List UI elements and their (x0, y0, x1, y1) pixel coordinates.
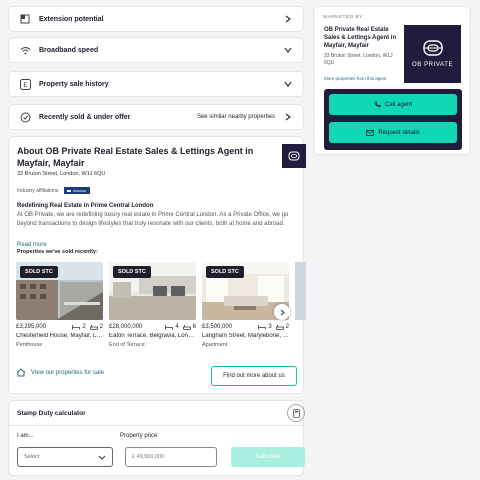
industry-affiliations: Industry affiliations (17, 187, 295, 194)
agent-logo-text: OB PRIVATE (411, 62, 454, 68)
bed-count: 3 (268, 324, 272, 330)
property-price: £3,500,000 (202, 324, 233, 330)
bath-count: 6 (192, 324, 196, 330)
bed-count: 2 (82, 324, 86, 330)
accordion-label: Recently sold & under offer (39, 113, 131, 121)
request-details-button[interactable]: Request details (329, 122, 457, 143)
sold-stc-badge: SOLD STC (113, 266, 151, 278)
accordion-label: Broadband speed (39, 46, 99, 54)
bath-count: 2 (99, 324, 103, 330)
home-icon (16, 368, 26, 377)
about-address: 33 Bruton Street, London, W1J 6QU (17, 171, 106, 177)
property-price-input[interactable]: £ 49,500,000 (125, 447, 217, 467)
calculator-icon (287, 404, 305, 422)
bath-icon (182, 325, 191, 330)
bed-icon (72, 325, 81, 330)
extension-icon (19, 13, 31, 25)
bath-spec: 6 (182, 324, 196, 330)
about-description: At OB Private, we are redefining luxury … (17, 211, 295, 238)
affiliations-label: Industry affiliations (17, 187, 59, 194)
similar-properties-link[interactable]: See similar nearby properties (197, 114, 275, 120)
read-more-link[interactable]: Read more (17, 242, 295, 248)
next-property-peek (295, 262, 306, 320)
accordion-broadband-speed[interactable]: Broadband speed (8, 37, 304, 63)
property-type: Penthouse (16, 342, 43, 348)
accordion-extension-potential[interactable]: Extension potential (8, 6, 304, 32)
sold-stc-badge: SOLD STC (206, 266, 244, 278)
property-price: £3,295,000 (16, 324, 47, 330)
property-type: End of Terrace (109, 342, 145, 348)
call-agent-label: Call agent (384, 101, 413, 108)
property-price: £28,000,000 (109, 324, 143, 330)
wifi-icon (19, 44, 31, 56)
property-image: SOLD STC (109, 262, 196, 320)
accordion-label: Property sale history (39, 80, 109, 88)
sold-stc-badge: SOLD STC (20, 266, 58, 278)
ob-logo-mark-icon (422, 40, 443, 56)
carousel-next-button[interactable] (274, 304, 290, 320)
view-properties-link[interactable]: View our properties for sale (16, 368, 104, 377)
bed-spec: 3 (258, 324, 272, 330)
stamp-duty-title: Stamp Duty calculator (17, 410, 86, 417)
agent-address: 33 Bruton Street, London, W1J 6QU (324, 53, 393, 66)
bed-spec: 4 (165, 324, 179, 330)
property-image: SOLD STC (16, 262, 103, 320)
marketed-by-label: MARKETED BY (323, 15, 363, 20)
agent-sidebar-card: MARKETED BY OB Private Real Estate Sales… (313, 6, 471, 155)
stamp-duty-calculator: Stamp Duty calculator I am... Property p… (8, 400, 305, 476)
accordion-label: Extension potential (39, 15, 104, 23)
about-subheading: Redefining Real Estate in Prime Central … (17, 203, 154, 209)
phone-icon (374, 101, 381, 108)
about-title: About OB Private Real Estate Sales & Let… (17, 146, 254, 168)
view-properties-label: View our properties for sale (31, 369, 104, 376)
chevron-down-icon (283, 79, 293, 89)
bath-icon (89, 325, 98, 330)
agent-name[interactable]: OB Private Real Estate Sales & Lettings … (324, 26, 404, 50)
chevron-right-icon (283, 14, 293, 24)
sold-icon (19, 111, 31, 123)
chevron-down-icon (98, 455, 106, 460)
buyer-type-select[interactable]: Select (17, 447, 113, 467)
select-value: Select (24, 454, 40, 460)
property-price-label: Property price (120, 433, 158, 439)
chevron-right-icon (283, 112, 293, 122)
property-card[interactable]: SOLD STC £3,295,000 2 2 Chesterfield Hou… (16, 262, 103, 348)
divider (9, 425, 303, 426)
more-properties-link[interactable]: More properties from this agent (324, 76, 387, 81)
property-address: Eaton Terrace, Belgravia, London (109, 333, 196, 339)
bed-spec: 2 (72, 324, 86, 330)
bed-icon (165, 325, 174, 330)
accordion-property-sale-history[interactable]: £ Property sale history (8, 71, 304, 97)
agent-logo: OB PRIVATE (404, 25, 461, 83)
chevron-down-icon (283, 45, 293, 55)
bath-count: 2 (285, 324, 289, 330)
bed-count: 4 (175, 324, 179, 330)
find-out-more-button[interactable]: Find out more about us (211, 366, 297, 386)
property-type: Apartment (202, 342, 228, 348)
envelope-icon (366, 129, 375, 136)
sold-properties-carousel: SOLD STC £3,295,000 2 2 Chesterfield Hou… (16, 262, 306, 356)
property-card[interactable]: SOLD STC £28,000,000 4 6 Eaton Terrace, … (109, 262, 196, 348)
svg-text:£: £ (23, 82, 27, 89)
bath-spec: 2 (89, 324, 103, 330)
affiliation-logo (64, 187, 91, 194)
sold-heading: Properties we've sold recently: (17, 249, 98, 255)
call-agent-button[interactable]: Call agent (329, 94, 457, 115)
agent-logo-small (282, 144, 306, 168)
accordion-recently-sold[interactable]: Recently sold & under offer See similar … (8, 104, 304, 130)
calculate-button[interactable]: Calculate (231, 447, 305, 467)
pound-sign-icon: £ (19, 78, 31, 90)
property-address: Langham Street, Marylebone, London (202, 333, 289, 339)
bed-icon (258, 325, 267, 330)
i-am-label: I am... (17, 433, 34, 439)
request-details-label: Request details (378, 129, 420, 136)
bath-icon (275, 325, 284, 330)
property-address: Chesterfield House, Mayfair, London (16, 333, 103, 339)
chevron-right-icon (280, 309, 285, 315)
bath-spec: 2 (275, 324, 289, 330)
agent-contact-panel: Call agent Request details (324, 89, 462, 150)
